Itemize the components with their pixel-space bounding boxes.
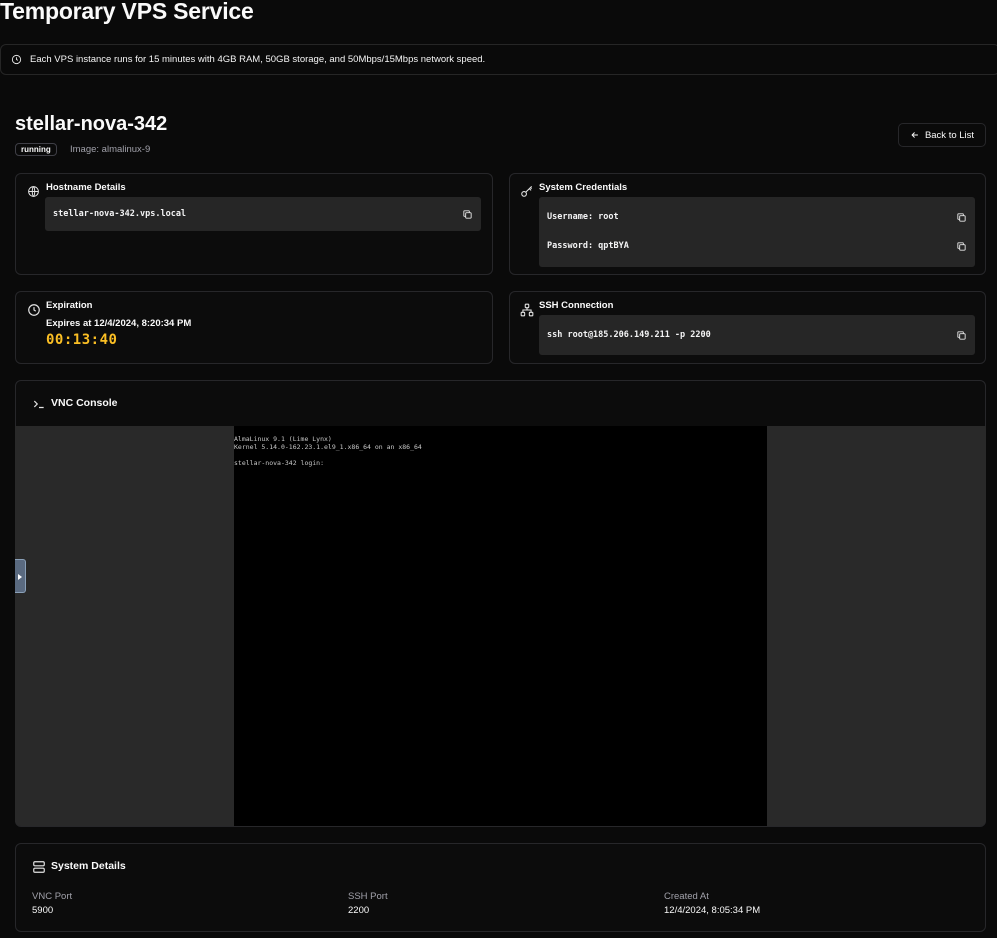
- vnc-port-value: 5900: [32, 905, 54, 916]
- ssh-title: SSH Connection: [539, 300, 614, 311]
- notice-text: Each VPS instance runs for 15 minutes wi…: [30, 54, 486, 65]
- key-icon: [520, 184, 534, 198]
- vnc-viewer[interactable]: AlmaLinux 9.1 (Lime Lynx) Kernel 5.14.0-…: [15, 426, 986, 826]
- ssh-card: SSH Connection ssh root@185.206.149.211 …: [509, 291, 986, 364]
- network-icon: [520, 303, 534, 317]
- expiration-title: Expiration: [46, 300, 93, 311]
- hostname-value: stellar-nova-342.vps.local: [53, 209, 187, 219]
- ssh-command: ssh root@185.206.149.211 -p 2200: [547, 330, 711, 340]
- ssh-box: ssh root@185.206.149.211 -p 2200: [539, 315, 975, 355]
- expiration-card: Expiration Expires at 12/4/2024, 8:20:34…: [15, 291, 493, 364]
- arrow-left-icon: [910, 130, 920, 140]
- console-line: Kernel 5.14.0-162.23.1.el9_1.x86_64 on a…: [234, 443, 422, 451]
- copy-ssh-icon[interactable]: [956, 330, 967, 341]
- terminal-icon: [32, 397, 46, 411]
- back-button-label: Back to List: [924, 129, 975, 141]
- ssh-port-value: 2200: [348, 905, 370, 916]
- username-value: Username: root: [547, 212, 619, 222]
- app-title: Temporary VPS Service: [0, 0, 254, 24]
- created-at-label: Created At: [664, 891, 709, 902]
- vnc-port-label: VNC Port: [32, 891, 73, 902]
- vnc-title: VNC Console: [51, 397, 118, 409]
- console-line: stellar-nova-342 login:: [234, 459, 325, 467]
- server-name: stellar-nova-342: [15, 113, 168, 135]
- copy-username-icon[interactable]: [956, 212, 967, 223]
- info-clock-icon: [11, 54, 22, 65]
- server-icon: [32, 860, 46, 874]
- system-details-title: System Details: [51, 860, 126, 872]
- globe-icon: [27, 185, 40, 198]
- vnc-screen[interactable]: AlmaLinux 9.1 (Lime Lynx) Kernel 5.14.0-…: [234, 426, 767, 826]
- hostname-box: stellar-nova-342.vps.local: [45, 197, 481, 231]
- hostname-card: Hostname Details stellar-nova-342.vps.lo…: [15, 173, 493, 275]
- hostname-title: Hostname Details: [46, 182, 126, 193]
- system-details-card: System Details VNC Port 5900 SSH Port 22…: [15, 843, 986, 932]
- countdown-timer: 00:13:40: [46, 332, 118, 348]
- credentials-title: System Credentials: [539, 182, 628, 193]
- back-to-list-button[interactable]: Back to List: [898, 123, 986, 147]
- created-at-value: 12/4/2024, 8:05:34 PM: [664, 905, 761, 916]
- password-value: Password: qptBYA: [547, 241, 629, 251]
- copy-password-icon[interactable]: [956, 241, 967, 252]
- clock-icon: [27, 303, 41, 317]
- credentials-card: System Credentials Username: root Passwo…: [509, 173, 986, 275]
- ssh-port-label: SSH Port: [348, 891, 388, 902]
- credentials-box: Username: root Password: qptBYA: [539, 197, 975, 267]
- info-notice: Each VPS instance runs for 15 minutes wi…: [0, 44, 997, 75]
- console-line: AlmaLinux 9.1 (Lime Lynx): [234, 435, 332, 443]
- copy-hostname-icon[interactable]: [462, 209, 473, 220]
- status-badge: running: [15, 143, 57, 156]
- vnc-control-bar-handle[interactable]: [15, 559, 26, 593]
- image-label: Image: almalinux-9: [70, 144, 151, 155]
- expires-at: Expires at 12/4/2024, 8:20:34 PM: [46, 318, 192, 329]
